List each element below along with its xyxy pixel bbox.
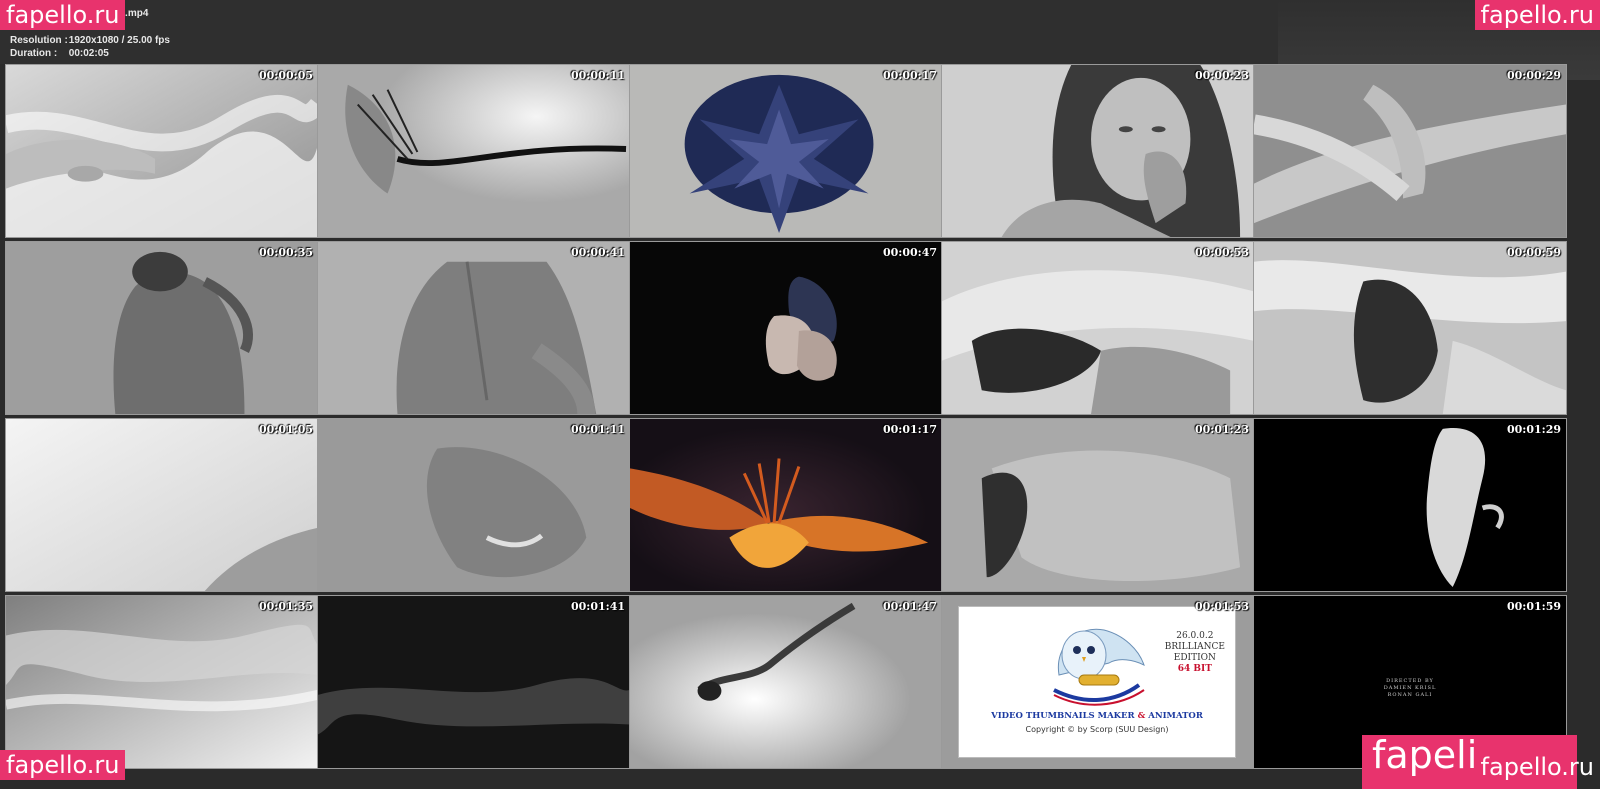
thumbnail[interactable]: 00:00:59	[1253, 241, 1567, 415]
thumbnail[interactable]: 00:01:23	[941, 418, 1255, 592]
timestamp: 00:01:11	[570, 423, 625, 436]
resolution-value: 1920x1080 / 25.00 fps	[68, 35, 170, 46]
version-number: 26.0.0.2	[1176, 631, 1214, 641]
watermark-top-left: fapello.ru	[0, 0, 126, 31]
credits-line-1: DIRECTED BY	[1386, 678, 1434, 684]
thumbnail[interactable]: 00:01:17	[629, 418, 943, 592]
thumbnail-grid: 00:00:05 00:00:11 00:00:17 00:00:23 00:0…	[5, 64, 1600, 789]
edition-line-1: BRILLIANCE	[1164, 642, 1225, 652]
thumbnail-image	[6, 419, 318, 591]
timestamp: 00:01:05	[258, 423, 313, 436]
app-name-part2: ANIMATOR	[1148, 711, 1203, 721]
timestamp: 00:00:53	[1194, 246, 1249, 259]
vtm-logo-card: 26.0.0.2 BRILLIANCE EDITION 64 BIT VIDEO…	[958, 606, 1236, 758]
thumbnail-sheet: ...ayed Life - Lorena Rae.mp4 Resolution…	[0, 0, 1600, 789]
timestamp: 00:01:41	[570, 600, 625, 613]
thumbnail[interactable]: 00:00:11	[317, 64, 631, 238]
thumbnail[interactable]: 00:01:11	[317, 418, 631, 592]
watermark-bottom-right-small: fapello.ru	[1480, 753, 1594, 781]
credits-line-3: RONAN GALI	[1387, 692, 1433, 698]
duration-line: Duration : 00:02:05	[10, 48, 109, 59]
timestamp: 00:00:11	[570, 69, 625, 82]
thumbnail[interactable]: 00:00:53	[941, 241, 1255, 415]
thumbnail-image	[942, 242, 1254, 414]
timestamp: 00:01:23	[1194, 423, 1249, 436]
thumbnail[interactable]: 00:01:47	[629, 595, 943, 769]
thumbnail-image	[630, 419, 942, 591]
thumbnail[interactable]: 00:00:41	[317, 241, 631, 415]
resolution-label: Resolution :	[10, 35, 68, 46]
version-block: 26.0.0.2 BRILLIANCE EDITION 64 BIT	[1165, 631, 1225, 675]
thumbnail-image	[1254, 242, 1566, 414]
thumbnail[interactable]: 00:00:35	[5, 241, 319, 415]
timestamp: 00:00:23	[1194, 69, 1249, 82]
duration-value: 00:02:05	[68, 48, 109, 59]
timestamp: 00:00:41	[570, 246, 625, 259]
thumbnail-image	[942, 65, 1254, 237]
app-name: VIDEO THUMBNAILS MAKER & ANIMATOR	[959, 711, 1235, 721]
timestamp: 00:00:47	[882, 246, 937, 259]
timestamp: 00:01:53	[1194, 600, 1249, 613]
thumbnail-image	[318, 596, 630, 768]
thumbnail-image	[318, 242, 630, 414]
thumbnail-image	[630, 65, 942, 237]
timestamp: 00:01:17	[882, 423, 937, 436]
bit-label: 64 BIT	[1177, 664, 1212, 674]
thumbnail[interactable]: 00:01:41	[317, 595, 631, 769]
info-header: ...ayed Life - Lorena Rae.mp4 Resolution…	[0, 0, 1278, 64]
timestamp: 00:00:17	[882, 69, 937, 82]
resolution-line: Resolution : 1920x1080 / 25.00 fps	[10, 35, 170, 46]
owl-logo-icon	[1053, 628, 1145, 706]
thumbnail-image	[318, 65, 630, 237]
credits-block: DIRECTED BY DAMIEN KRISL RONAN GALI	[1254, 678, 1566, 699]
thumbnail[interactable]: 00:01:05	[5, 418, 319, 592]
timestamp: 00:00:59	[1506, 246, 1561, 259]
thumbnail[interactable]: 00:00:47	[629, 241, 943, 415]
watermark-top-right: fapello.ru	[1474, 0, 1600, 31]
thumbnail[interactable]: 00:00:05	[5, 64, 319, 238]
watermark-bottom-left: fapello.ru	[0, 750, 126, 781]
timestamp: 00:00:29	[1506, 69, 1561, 82]
thumbnail-image	[630, 596, 942, 768]
thumbnail[interactable]: 26.0.0.2 BRILLIANCE EDITION 64 BIT VIDEO…	[941, 595, 1255, 769]
thumbnail-image	[630, 242, 942, 414]
timestamp: 00:01:29	[1506, 423, 1561, 436]
thumbnail[interactable]: 00:00:17	[629, 64, 943, 238]
timestamp: 00:01:47	[882, 600, 937, 613]
app-name-amp: &	[1137, 711, 1146, 721]
thumbnail-image	[6, 596, 318, 768]
thumbnail-image	[942, 419, 1254, 591]
duration-label: Duration :	[10, 48, 58, 59]
thumbnail-image	[6, 242, 318, 414]
thumbnail-image	[1254, 419, 1566, 591]
timestamp: 00:01:35	[258, 600, 313, 613]
thumbnail[interactable]: 00:00:23	[941, 64, 1255, 238]
credits-line-2: DAMIEN KRISL	[1383, 685, 1437, 691]
app-name-part1: VIDEO THUMBNAILS MAKER	[991, 711, 1135, 721]
timestamp: 00:01:59	[1506, 600, 1561, 613]
thumbnail-image	[1254, 65, 1566, 237]
thumbnail[interactable]: 00:01:29	[1253, 418, 1567, 592]
thumbnail[interactable]: 00:01:35	[5, 595, 319, 769]
timestamp: 00:00:05	[258, 69, 313, 82]
timestamp: 00:00:35	[258, 246, 313, 259]
thumbnail-image	[318, 419, 630, 591]
edition-line-2: EDITION	[1173, 653, 1216, 663]
thumbnail[interactable]: 00:00:29	[1253, 64, 1567, 238]
copyright-text: Copyright © by Scorp (SUU Design)	[1025, 725, 1169, 734]
thumbnail-image	[6, 65, 318, 237]
